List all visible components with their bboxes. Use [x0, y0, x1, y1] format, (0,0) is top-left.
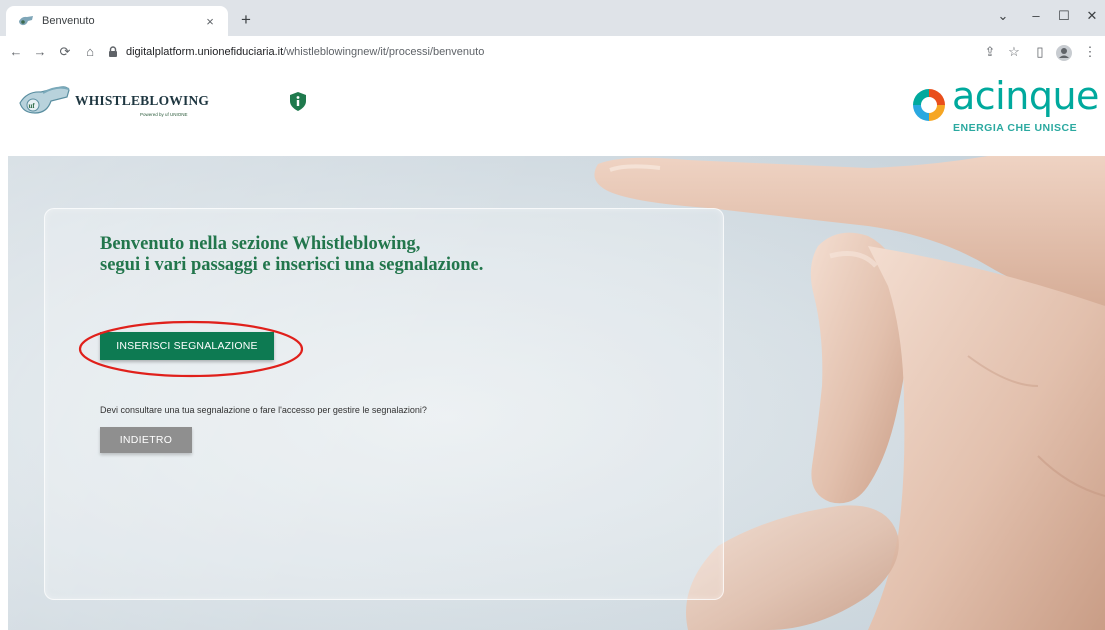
- share-icon[interactable]: ⇪: [978, 40, 1002, 64]
- tab-search-chevron-icon[interactable]: ⌄: [991, 8, 1015, 24]
- partner-name: acinque: [952, 74, 1099, 118]
- browser-tab[interactable]: Benvenuto ×: [6, 6, 228, 36]
- red-highlight-ellipse: [78, 320, 304, 378]
- powered-by: Powered by uf UNIONE: [140, 112, 188, 117]
- bookmark-star-icon[interactable]: ☆: [1002, 40, 1026, 64]
- back-arrow-icon[interactable]: ←: [4, 40, 28, 64]
- profile-avatar-icon[interactable]: [1052, 40, 1076, 64]
- svg-text:uf: uf: [29, 102, 36, 110]
- brand-name: WHISTLEBLOWING: [75, 93, 210, 108]
- kebab-menu-icon[interactable]: ⋮: [1078, 40, 1102, 64]
- whistle-favicon-icon: [18, 14, 34, 28]
- minimize-icon[interactable]: –: [1024, 8, 1048, 23]
- maximize-icon[interactable]: ☐: [1052, 8, 1076, 24]
- partner-tagline: ENERGIA CHE UNISCE: [953, 122, 1078, 134]
- acinque-logo-icon: [913, 89, 945, 121]
- forward-arrow-icon[interactable]: →: [28, 40, 52, 64]
- site-header: uf WHISTLEBLOWING Powered by uf UNIONE a…: [0, 68, 1105, 156]
- address-bar[interactable]: digitalplatform.unionefiduciaria.it/whis…: [106, 39, 956, 65]
- reload-icon[interactable]: ⟳: [53, 40, 77, 64]
- lock-icon: [109, 46, 117, 57]
- access-prompt: Devi consultare una tua segnalazione o f…: [100, 405, 427, 415]
- new-tab-button[interactable]: +: [234, 8, 258, 32]
- whistle-logo-icon: uf: [19, 86, 70, 114]
- welcome-title: Benvenuto nella sezione Whistleblowing, …: [100, 234, 483, 276]
- welcome-title-line2: segui i vari passaggi e inserisci una se…: [100, 255, 484, 275]
- browser-toolbar: ← → ⟳ ⌂ digitalplatform.unionefiduciaria…: [0, 36, 1105, 69]
- url-host: digitalplatform.unionefiduciaria.it: [126, 46, 284, 58]
- close-window-icon[interactable]: ✕: [1080, 8, 1104, 24]
- url-path: /whistleblowingnew/it/processi/benvenuto: [283, 46, 485, 58]
- welcome-title-line1: Benvenuto nella sezione Whistleblowing,: [100, 234, 421, 254]
- hero-section: Benvenuto nella sezione Whistleblowing, …: [8, 156, 1105, 630]
- browser-tab-bar: Benvenuto × + ⌄ – ☐ ✕: [0, 0, 1105, 36]
- back-button[interactable]: INDIETRO: [100, 427, 192, 453]
- tab-title: Benvenuto: [42, 15, 95, 27]
- shield-info-icon[interactable]: [290, 92, 306, 111]
- home-icon[interactable]: ⌂: [78, 40, 102, 64]
- tab-close-icon[interactable]: ×: [200, 14, 220, 29]
- side-panel-icon[interactable]: ▯: [1028, 40, 1052, 64]
